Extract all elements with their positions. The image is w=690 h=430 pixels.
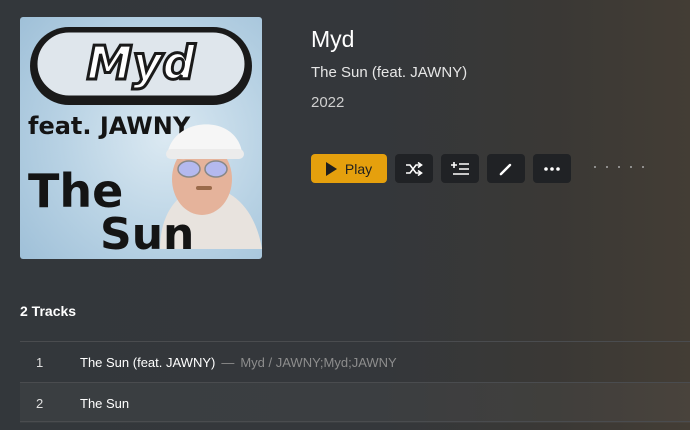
cover-logo: Myd bbox=[30, 27, 252, 105]
rating-dot[interactable] bbox=[594, 166, 596, 168]
shuffle-icon bbox=[406, 161, 423, 176]
album-cover-art: Myd feat. JAWNY The Sun bbox=[28, 27, 262, 259]
track-row[interactable]: 2 The Sun bbox=[20, 382, 690, 423]
track-title[interactable]: The Sun (feat. JAWNY) bbox=[80, 355, 215, 370]
play-button[interactable]: Play bbox=[311, 154, 387, 183]
track-title[interactable]: The Sun bbox=[80, 396, 129, 411]
rating-dot[interactable] bbox=[642, 166, 644, 168]
track-separator: — bbox=[221, 354, 235, 370]
tracks-heading: 2 Tracks bbox=[20, 303, 77, 319]
shuffle-button[interactable] bbox=[395, 154, 433, 183]
tracklist-divider bbox=[20, 421, 690, 422]
cover-feat-text: feat. JAWNY bbox=[28, 112, 191, 140]
edit-button[interactable] bbox=[487, 154, 525, 183]
track-number: 2 bbox=[36, 395, 44, 411]
rating-dot[interactable] bbox=[618, 166, 620, 168]
track-list: 1 The Sun (feat. JAWNY) — Myd / JAWNY;My… bbox=[20, 341, 690, 423]
play-icon bbox=[325, 161, 337, 176]
artist-name[interactable]: Myd bbox=[311, 26, 354, 53]
album-cover[interactable]: Myd feat. JAWNY The Sun bbox=[20, 17, 262, 259]
rating-dots[interactable] bbox=[594, 166, 644, 168]
rating-dot[interactable] bbox=[630, 166, 632, 168]
track-number: 1 bbox=[36, 354, 44, 370]
rating-dot[interactable] bbox=[606, 166, 608, 168]
release-year: 2022 bbox=[311, 94, 345, 111]
more-button[interactable] bbox=[533, 154, 571, 183]
cover-title-line2: Sun bbox=[100, 209, 194, 259]
more-icon bbox=[544, 166, 560, 171]
play-button-label: Play bbox=[344, 160, 373, 177]
add-to-queue-button[interactable] bbox=[441, 154, 479, 183]
cover-logo-text: Myd bbox=[87, 36, 197, 90]
edit-icon bbox=[499, 163, 512, 175]
track-artists[interactable]: Myd / JAWNY;Myd;JAWNY bbox=[240, 355, 396, 370]
add-to-queue-icon bbox=[451, 161, 469, 175]
track-row[interactable]: 1 The Sun (feat. JAWNY) — Myd / JAWNY;My… bbox=[20, 341, 690, 382]
album-title: The Sun (feat. JAWNY) bbox=[311, 64, 468, 81]
action-toolbar: Play bbox=[311, 154, 571, 183]
